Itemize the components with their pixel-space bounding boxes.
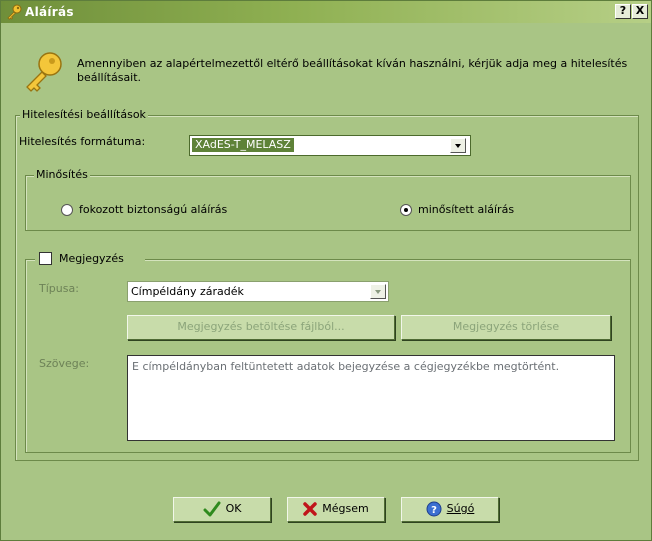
svg-text:?: ? bbox=[431, 505, 437, 516]
qualification-legend: Minősítés bbox=[34, 168, 90, 182]
title-bar: Aláírás ? X bbox=[1, 1, 651, 23]
help-button[interactable]: ? Súgó bbox=[401, 497, 499, 522]
ok-button[interactable]: OK bbox=[173, 497, 271, 522]
load-note-button[interactable]: Megjegyzés betöltése fájlból... bbox=[127, 315, 395, 340]
help-icon: ? bbox=[426, 501, 442, 517]
window-title: Aláírás bbox=[25, 5, 74, 19]
intro-text: Amennyiben az alapértelmezettől eltérő b… bbox=[77, 57, 628, 84]
load-note-label: Megjegyzés betöltése fájlból... bbox=[177, 320, 345, 333]
auth-settings-legend: Hitelesítési beállítások bbox=[20, 108, 148, 122]
note-checkbox[interactable] bbox=[39, 252, 52, 265]
radio-qualified-label[interactable]: minősített aláírás bbox=[418, 203, 514, 217]
chevron-down-icon[interactable] bbox=[370, 284, 386, 299]
format-label: Hitelesítés formátuma: bbox=[19, 135, 146, 148]
close-icon bbox=[303, 502, 318, 516]
text-label: Szövege: bbox=[39, 357, 90, 370]
format-value: XAdES-T_MELASZ bbox=[192, 138, 294, 152]
signature-dialog: Aláírás ? X Amennyiben az alapértelmezet… bbox=[0, 0, 652, 541]
radio-enhanced-label[interactable]: fokozott biztonságú aláírás bbox=[79, 203, 227, 217]
note-textarea[interactable]: E címpéldányban feltüntetett adatok beje… bbox=[127, 355, 615, 441]
title-help-button[interactable]: ? bbox=[615, 4, 631, 19]
ok-label: OK bbox=[225, 502, 242, 515]
checkmark-icon bbox=[203, 501, 221, 517]
cancel-label: Mégsem bbox=[322, 502, 369, 515]
type-label: Típusa: bbox=[39, 282, 79, 295]
format-select[interactable]: XAdES-T_MELASZ bbox=[189, 135, 471, 156]
help-label: Súgó bbox=[446, 502, 475, 515]
key-icon bbox=[26, 52, 62, 92]
note-label[interactable]: Megjegyzés bbox=[59, 252, 124, 265]
chevron-down-icon[interactable] bbox=[450, 138, 466, 153]
title-close-button[interactable]: X bbox=[632, 4, 648, 19]
delete-note-label: Megjegyzés törlése bbox=[452, 320, 560, 333]
radio-qualified-signature[interactable] bbox=[400, 204, 412, 216]
delete-note-button[interactable]: Megjegyzés törlése bbox=[401, 315, 611, 340]
key-icon bbox=[7, 4, 22, 20]
cancel-button[interactable]: Mégsem bbox=[287, 497, 385, 522]
type-select[interactable]: Címpéldány záradék bbox=[127, 281, 389, 302]
type-value: Címpéldány záradék bbox=[131, 285, 244, 298]
radio-enhanced-signature[interactable] bbox=[61, 204, 73, 216]
